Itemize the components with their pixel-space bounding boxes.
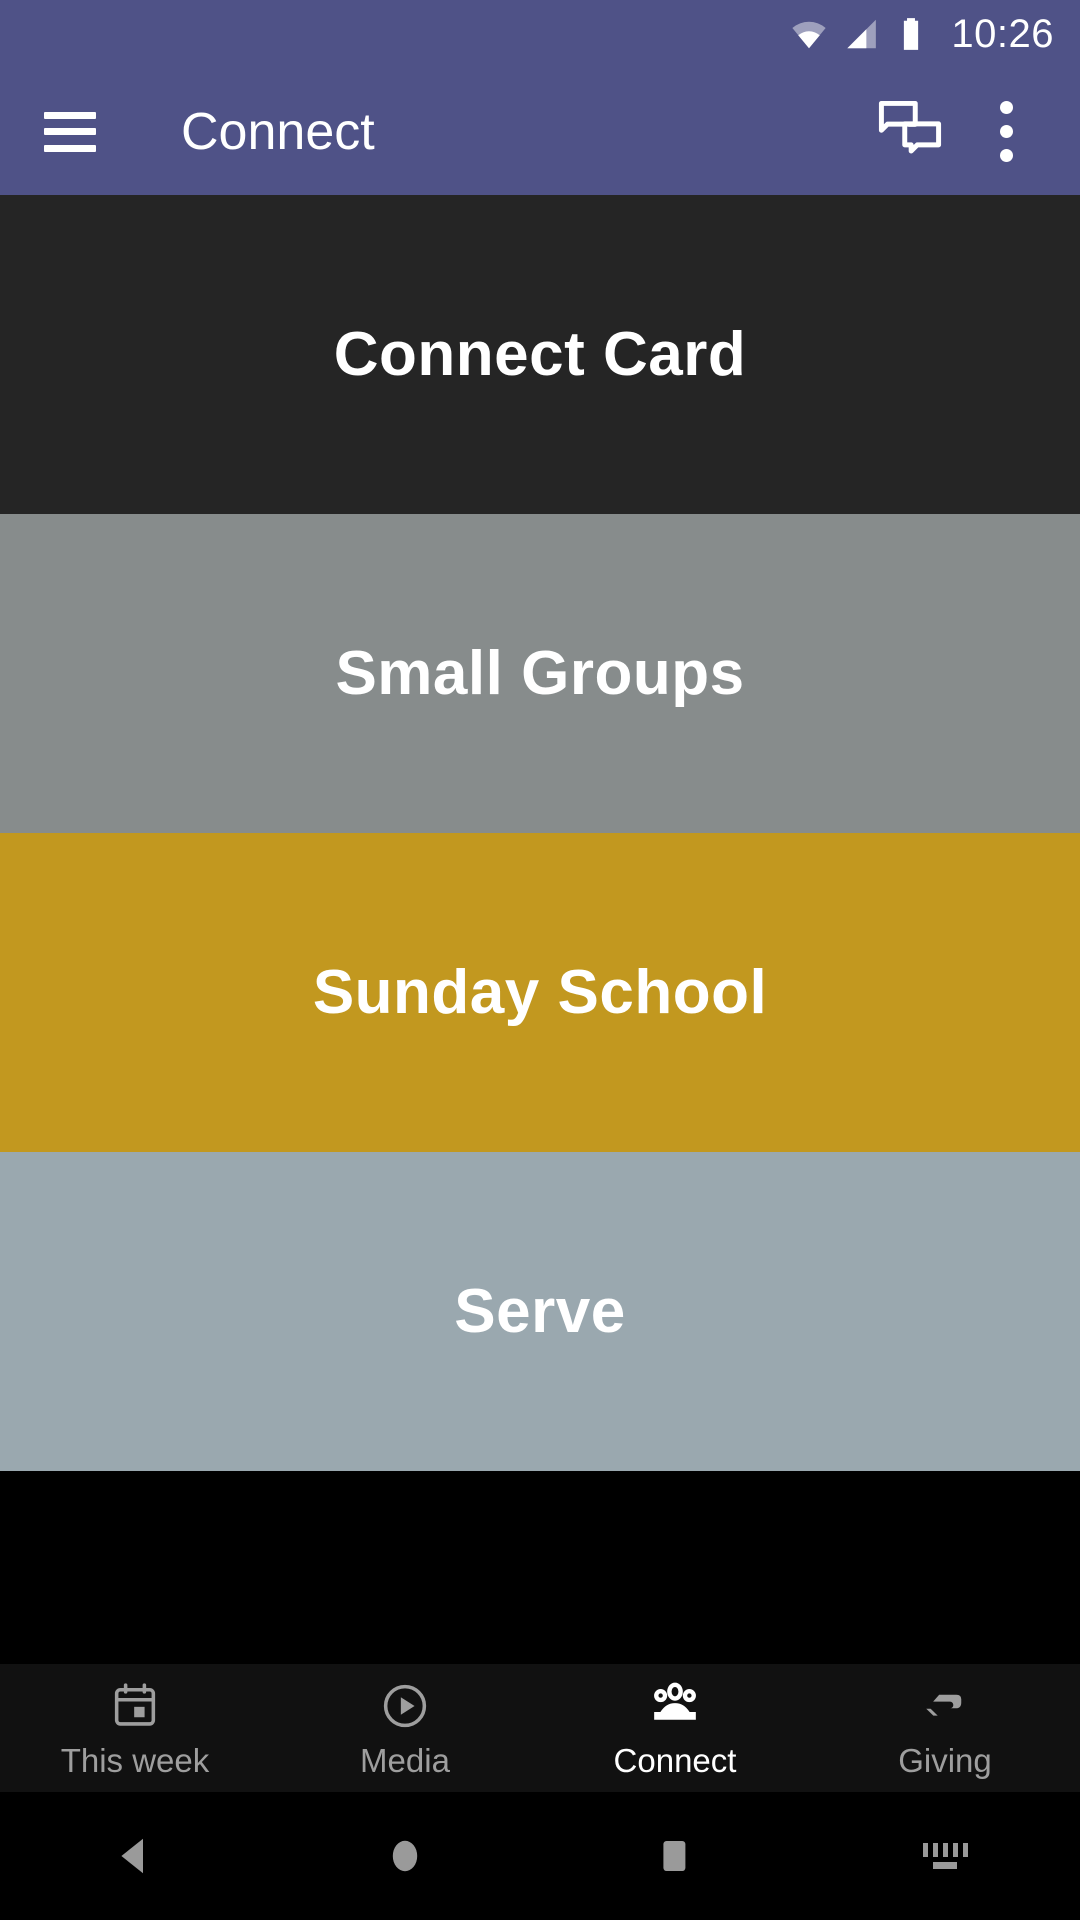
tab-label: Giving (898, 1741, 992, 1779)
recents-button[interactable] (540, 1792, 810, 1920)
hamburger-menu-icon[interactable] (44, 111, 96, 152)
tab-connect[interactable]: Connect (540, 1664, 810, 1792)
wifi-icon (792, 21, 827, 49)
card-label: Sunday School (312, 957, 768, 1027)
tab-label: Media (360, 1741, 450, 1779)
card-list[interactable]: Connect Card Small Groups Sunday School … (0, 195, 1080, 1664)
app-bar: Connect (0, 68, 1080, 195)
tab-label: Connect (613, 1741, 737, 1779)
card-sunday-school[interactable]: Sunday School (0, 833, 1080, 1152)
tab-media[interactable]: Media (270, 1664, 540, 1792)
phone-screen: 10:26 Connect Connect Card Small Groups (0, 0, 1080, 1920)
home-button[interactable] (270, 1792, 540, 1920)
page-title: Connect (181, 102, 375, 161)
tab-this-week[interactable]: This week (0, 1664, 270, 1792)
recents-square-icon (663, 1841, 686, 1871)
keyboard-icon (922, 1843, 968, 1869)
status-bar: 10:26 (0, 0, 1080, 68)
home-circle-icon (392, 1840, 418, 1872)
back-button[interactable] (0, 1792, 270, 1920)
card-small-groups[interactable]: Small Groups (0, 514, 1080, 833)
card-label: Serve (454, 1276, 626, 1346)
system-navigation-bar (0, 1792, 1080, 1920)
battery-icon (904, 18, 919, 50)
people-group-icon (650, 1680, 700, 1732)
card-label: Small Groups (335, 638, 745, 708)
tab-giving[interactable]: Giving (810, 1664, 1080, 1792)
calendar-icon (110, 1680, 160, 1732)
cellular-signal-icon (847, 19, 877, 49)
overflow-menu-icon (999, 101, 1013, 162)
bottom-navigation: This week Media Connect Giving (0, 1664, 1080, 1792)
keyboard-button[interactable] (810, 1792, 1080, 1920)
play-circle-icon (380, 1680, 430, 1732)
card-label: Connect Card (333, 319, 747, 389)
card-connect-card[interactable]: Connect Card (0, 195, 1080, 514)
chat-button[interactable] (862, 84, 958, 180)
back-triangle-icon (121, 1838, 143, 1874)
status-bar-clock: 10:26 (951, 12, 1054, 56)
overflow-menu-button[interactable] (958, 84, 1054, 180)
tab-label: This week (60, 1741, 210, 1779)
card-serve[interactable]: Serve (0, 1152, 1080, 1471)
chat-bubbles-icon (878, 100, 942, 153)
helping-hand-icon (920, 1680, 970, 1732)
